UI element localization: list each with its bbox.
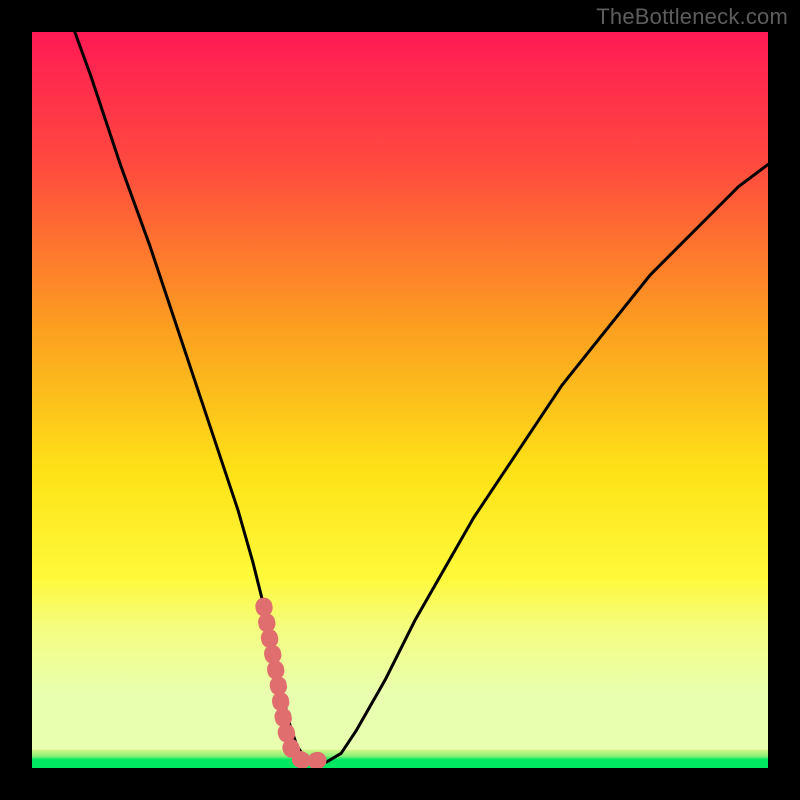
watermark-text: TheBottleneck.com [596,4,788,30]
chart-svg [32,32,768,768]
chart-frame: TheBottleneck.com [0,0,800,800]
plot-area [32,32,768,768]
